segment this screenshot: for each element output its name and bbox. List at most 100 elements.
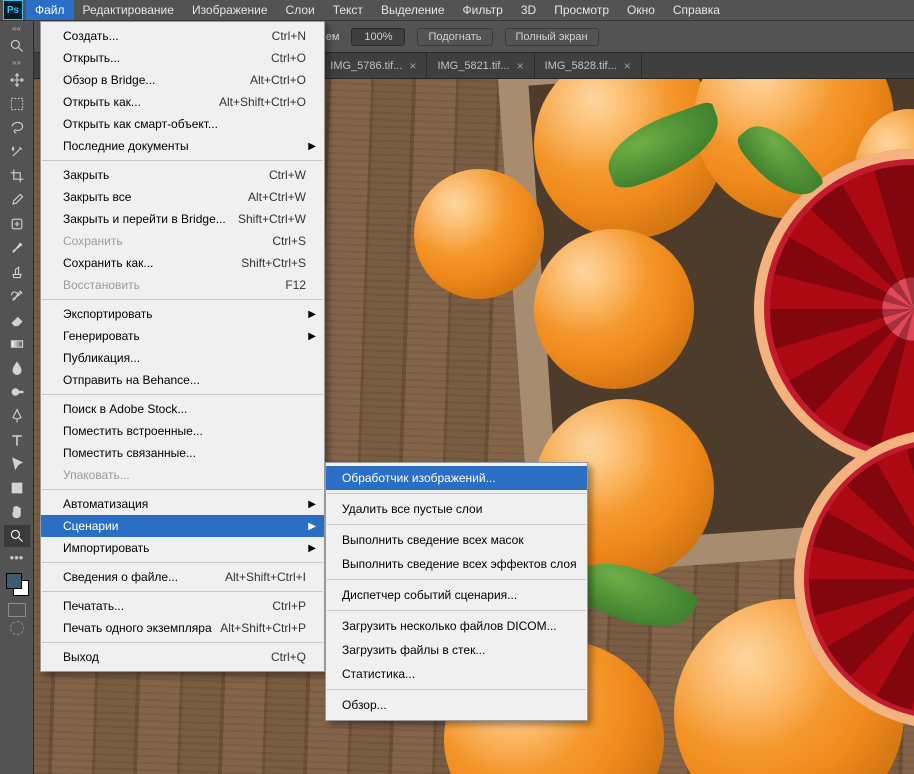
menu-окно[interactable]: Окно	[618, 0, 664, 20]
menu-item[interactable]: ЗакрытьCtrl+W	[41, 164, 324, 186]
zoom-tool[interactable]	[4, 525, 30, 547]
healing-brush-tool[interactable]	[4, 213, 30, 235]
menu-фильтр[interactable]: Фильтр	[454, 0, 512, 20]
menu-shortcut: Ctrl+Q	[271, 650, 306, 664]
menu-item-label: Обзор в Bridge...	[63, 73, 155, 87]
menu-item[interactable]: Статистика...	[326, 662, 587, 686]
menu-item[interactable]: Выполнить сведение всех масок	[326, 528, 587, 552]
menu-item[interactable]: Обработчик изображений...	[326, 466, 587, 490]
document-tab-label: IMG_5821.tif...	[437, 60, 509, 72]
menu-item[interactable]: Закрыть всеAlt+Ctrl+W	[41, 186, 324, 208]
menu-item[interactable]: Сценарии▶	[41, 515, 324, 537]
menu-просмотр[interactable]: Просмотр	[545, 0, 618, 20]
menu-item[interactable]: Импортировать▶	[41, 537, 324, 559]
path-selection-tool[interactable]	[4, 453, 30, 475]
menu-item-label: Последние документы	[63, 139, 189, 153]
collapse-arrows-icon[interactable]: »»	[2, 58, 32, 68]
menu-item-label: Выполнить сведение всех масок	[342, 533, 524, 547]
gradient-tool[interactable]	[4, 333, 30, 355]
menu-item[interactable]: Печатать...Ctrl+P	[41, 595, 324, 617]
menu-item[interactable]: Сохранить как...Shift+Ctrl+S	[41, 252, 324, 274]
menu-item[interactable]: Генерировать▶	[41, 325, 324, 347]
blur-tool[interactable]	[4, 357, 30, 379]
zoom-field[interactable]: 100%	[351, 28, 405, 46]
menu-item[interactable]: Открыть как...Alt+Shift+Ctrl+O	[41, 91, 324, 113]
menu-item-label: Удалить все пустые слои	[342, 502, 482, 516]
menu-shortcut: Alt+Shift+Ctrl+P	[220, 621, 306, 635]
menu-item[interactable]: Последние документы▶	[41, 135, 324, 157]
menu-separator	[42, 591, 323, 592]
menu-item[interactable]: Автоматизация▶	[41, 493, 324, 515]
history-brush-tool[interactable]	[4, 285, 30, 307]
marquee-tool[interactable]	[4, 93, 30, 115]
menu-item-label: Поместить встроенные...	[63, 424, 203, 438]
menu-item[interactable]: Открыть...Ctrl+O	[41, 47, 324, 69]
menu-item: СохранитьCtrl+S	[41, 230, 324, 252]
menu-item-label: Печатать...	[63, 599, 124, 613]
document-tab[interactable]: IMG_5786.tif...×	[320, 53, 427, 78]
eyedropper-tool[interactable]	[4, 189, 30, 211]
menu-файл[interactable]: Файл	[26, 0, 74, 20]
screenmode-icon[interactable]	[10, 621, 24, 635]
close-icon[interactable]: ×	[409, 59, 416, 73]
menu-item[interactable]: Загрузить несколько файлов DICOM...	[326, 614, 587, 638]
menu-item[interactable]: Закрыть и перейти в Bridge...Shift+Ctrl+…	[41, 208, 324, 230]
menu-item-label: Закрыть и перейти в Bridge...	[63, 212, 226, 226]
menu-item[interactable]: Открыть как смарт-объект...	[41, 113, 324, 135]
menu-item-label: Загрузить несколько файлов DICOM...	[342, 619, 557, 633]
menu-item[interactable]: Диспетчер событий сценария...	[326, 583, 587, 607]
fit-button[interactable]: Подогнать	[417, 28, 492, 46]
menu-item[interactable]: Отправить на Behance...	[41, 369, 324, 391]
move-tool[interactable]	[4, 69, 30, 91]
menu-item[interactable]: Сведения о файле...Alt+Shift+Ctrl+I	[41, 566, 324, 588]
menu-item[interactable]: Публикация...	[41, 347, 324, 369]
menu-item[interactable]: Поместить связанные...	[41, 442, 324, 464]
menu-item[interactable]: ВыходCtrl+Q	[41, 646, 324, 668]
menu-bar: Ps ФайлРедактированиеИзображениеСлоиТекс…	[0, 0, 914, 21]
crop-tool[interactable]	[4, 165, 30, 187]
menu-item[interactable]: Обзор...	[326, 693, 587, 717]
close-icon[interactable]: ×	[624, 59, 631, 73]
menu-выделение[interactable]: Выделение	[372, 0, 454, 20]
menu-item[interactable]: Поиск в Adobe Stock...	[41, 398, 324, 420]
menu-item[interactable]: Загрузить файлы в стек...	[326, 638, 587, 662]
menu-item[interactable]: Поместить встроенные...	[41, 420, 324, 442]
zoom-tool-options-icon[interactable]	[4, 35, 30, 57]
menu-редактирование[interactable]: Редактирование	[74, 0, 183, 20]
menu-item-label: Автоматизация	[63, 497, 148, 511]
brush-tool[interactable]	[4, 237, 30, 259]
document-tab[interactable]: IMG_5821.tif... ×	[427, 53, 534, 78]
menu-item[interactable]: Удалить все пустые слои	[326, 497, 587, 521]
color-swatches[interactable]	[4, 571, 30, 597]
collapse-arrows-icon[interactable]: ««	[2, 24, 32, 34]
menu-справка[interactable]: Справка	[664, 0, 729, 20]
magic-wand-tool[interactable]	[4, 141, 30, 163]
dodge-tool[interactable]	[4, 381, 30, 403]
pen-tool[interactable]	[4, 405, 30, 427]
more-tools-icon[interactable]: •••	[10, 550, 24, 565]
menu-item[interactable]: Выполнить сведение всех эффектов слоя	[326, 552, 587, 576]
document-tab[interactable]: IMG_5828.tif...×	[535, 53, 642, 78]
menu-слои[interactable]: Слои	[277, 0, 324, 20]
menu-item[interactable]: Печать одного экземпляраAlt+Shift+Ctrl+P	[41, 617, 324, 639]
fullscreen-button[interactable]: Полный экран	[505, 28, 599, 46]
menu-item[interactable]: Экспортировать▶	[41, 303, 324, 325]
menu-текст[interactable]: Текст	[324, 0, 372, 20]
clone-stamp-tool[interactable]	[4, 261, 30, 283]
close-icon[interactable]: ×	[517, 59, 524, 73]
shape-tool[interactable]	[4, 477, 30, 499]
menu-item[interactable]: Создать...Ctrl+N	[41, 25, 324, 47]
type-tool[interactable]	[4, 429, 30, 451]
eraser-tool[interactable]	[4, 309, 30, 331]
menu-изображение[interactable]: Изображение	[183, 0, 277, 20]
menu-shortcut: Alt+Ctrl+W	[248, 190, 306, 204]
menu-shortcut: Alt+Shift+Ctrl+O	[219, 95, 306, 109]
menu-item-label: Сохранить как...	[63, 256, 153, 270]
menu-3d[interactable]: 3D	[512, 0, 545, 20]
hand-tool[interactable]	[4, 501, 30, 523]
submenu-arrow-icon: ▶	[308, 521, 316, 532]
menu-item[interactable]: Обзор в Bridge...Alt+Ctrl+O	[41, 69, 324, 91]
foreground-color-swatch[interactable]	[6, 573, 22, 589]
lasso-tool[interactable]	[4, 117, 30, 139]
quickmask-icon[interactable]	[8, 603, 26, 617]
